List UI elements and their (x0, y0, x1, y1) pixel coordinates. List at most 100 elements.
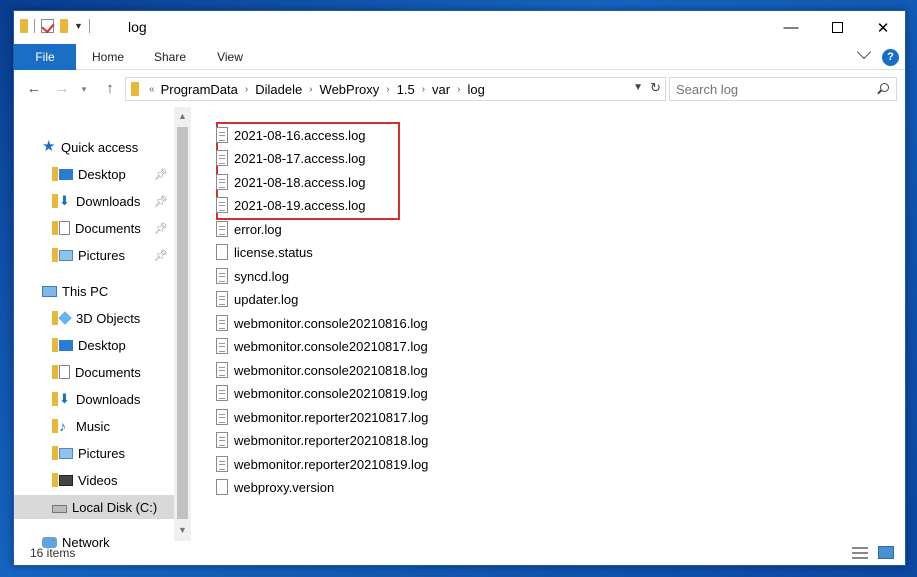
maximize-button[interactable] (814, 11, 860, 44)
folder-icon (52, 248, 58, 262)
tab-share[interactable]: Share (148, 44, 192, 70)
pin-icon[interactable]: 📌︎ (154, 249, 168, 262)
tab-home[interactable]: Home (84, 44, 132, 70)
sidebar-item-videos[interactable]: Videos (14, 468, 174, 492)
breadcrumb-var[interactable]: var (432, 82, 450, 97)
list-item[interactable]: syncd.log (216, 265, 289, 287)
sidebar-item-pictures[interactable]: Pictures 📌︎ (14, 243, 174, 267)
document-icon (59, 365, 70, 379)
address-overflow[interactable]: « (149, 84, 155, 95)
sidebar-item-documents[interactable]: Documents 📌︎ (14, 216, 174, 240)
toolbar-divider (34, 19, 35, 33)
pin-icon[interactable]: 📌︎ (154, 195, 168, 208)
file-name: webmonitor.reporter20210817.log (234, 409, 429, 425)
status-bar: 16 items (14, 543, 905, 565)
chevron-right-icon[interactable]: › (245, 84, 248, 95)
sidebar-item-quick-access[interactable]: ★ Quick access (14, 135, 174, 159)
large-icons-view-icon[interactable] (878, 546, 894, 559)
picture-icon (59, 249, 73, 261)
list-item[interactable]: webmonitor.console20210817.log (216, 335, 428, 357)
list-item[interactable]: 2021-08-17.access.log (216, 147, 366, 169)
address-bar[interactable]: « ProgramData › Diladele › WebProxy › 1.… (125, 77, 666, 101)
sidebar-item-desktop[interactable]: Desktop 📌︎ (14, 162, 174, 186)
sidebar-item-local-disk[interactable]: Local Disk (C:) (14, 495, 174, 519)
pin-icon[interactable]: 📌︎ (154, 168, 168, 181)
breadcrumb-diladele[interactable]: Diladele (255, 82, 302, 97)
chevron-right-icon[interactable]: › (457, 84, 460, 95)
scroll-up-arrow-icon[interactable]: ▲ (178, 111, 187, 121)
breadcrumb-log[interactable]: log (467, 82, 484, 97)
folder-icon (52, 365, 58, 379)
document-icon (59, 221, 70, 235)
list-item[interactable]: error.log (216, 218, 282, 240)
details-view-icon[interactable] (852, 547, 868, 559)
chevron-right-icon[interactable]: › (386, 84, 389, 95)
sidebar-item-label: Downloads (76, 391, 141, 407)
sidebar-item-pc-downloads[interactable]: ⬇ Downloads (14, 387, 174, 411)
list-item[interactable]: updater.log (216, 288, 298, 310)
sidebar-item-pc-documents[interactable]: Documents (14, 360, 174, 384)
sidebar-item-this-pc[interactable]: This PC (14, 279, 174, 303)
breadcrumb-programdata[interactable]: ProgramData (161, 82, 238, 97)
sidebar-item-music[interactable]: ♪ Music (14, 414, 174, 438)
search-input[interactable] (670, 78, 870, 100)
tab-view[interactable]: View (210, 44, 250, 70)
navigation-scrollbar[interactable]: ▲ ▼ (174, 107, 191, 541)
cube-icon (58, 311, 72, 325)
scroll-down-arrow-icon[interactable]: ▼ (178, 525, 187, 535)
star-icon: ★ (42, 138, 56, 155)
list-item[interactable]: 2021-08-16.access.log (216, 124, 366, 146)
list-item[interactable]: 2021-08-18.access.log (216, 171, 366, 193)
sidebar-item-pc-desktop[interactable]: Desktop (14, 333, 174, 357)
list-item[interactable]: webmonitor.console20210816.log (216, 312, 428, 334)
list-item[interactable]: webmonitor.reporter20210819.log (216, 453, 428, 475)
address-history-chevron-down-icon[interactable]: ▼ (633, 82, 643, 93)
customize-toolbar-chevron-down-icon[interactable]: ▼ (74, 21, 83, 31)
list-item[interactable]: webmonitor.console20210818.log (216, 359, 428, 381)
recent-locations-chevron-down-icon[interactable]: ▾ (74, 79, 94, 99)
file-name: webmonitor.reporter20210819.log (234, 456, 429, 472)
chevron-right-icon[interactable]: › (422, 84, 425, 95)
refresh-icon[interactable]: ↻ (650, 80, 661, 96)
sidebar-item-label: 3D Objects (76, 310, 141, 326)
list-item[interactable]: license.status (216, 241, 313, 263)
folder-icon (52, 446, 58, 460)
breadcrumb-webproxy[interactable]: WebProxy (320, 82, 380, 97)
list-item[interactable]: webmonitor.console20210819.log (216, 382, 428, 404)
scrollbar-thumb[interactable] (177, 127, 188, 519)
title-bar: ▼ log — ✕ (14, 11, 905, 44)
sidebar-item-label: Documents (75, 364, 141, 380)
sidebar-item-downloads[interactable]: ⬇ Downloads 📌︎ (14, 189, 174, 213)
sidebar-item-pc-pictures[interactable]: Pictures (14, 441, 174, 465)
new-folder-icon[interactable] (60, 19, 68, 33)
list-item[interactable]: 2021-08-19.access.log (216, 194, 366, 216)
pin-icon[interactable]: 📌︎ (154, 222, 168, 235)
window-title: log (128, 19, 147, 35)
forward-button[interactable]: → (52, 79, 72, 99)
chevron-right-icon[interactable]: › (309, 84, 312, 95)
search-box[interactable] (669, 77, 897, 101)
list-item[interactable]: webmonitor.reporter20210817.log (216, 406, 428, 428)
folder-icon (52, 167, 58, 181)
sidebar-item-label: Desktop (78, 337, 126, 353)
sidebar-item-3d-objects[interactable]: 3D Objects (14, 306, 174, 330)
folder-icon (20, 19, 28, 33)
list-item[interactable]: webmonitor.reporter20210818.log (216, 429, 428, 451)
folder-icon (52, 392, 58, 406)
help-icon[interactable]: ? (882, 49, 899, 66)
close-button[interactable]: ✕ (860, 11, 906, 44)
sidebar-item-label: Pictures (78, 247, 125, 263)
folder-icon (52, 473, 58, 487)
expand-ribbon-chevron-icon[interactable] (856, 44, 872, 60)
text-file-icon (216, 432, 228, 448)
tab-file[interactable]: File (14, 44, 76, 70)
up-button[interactable]: ↑ (100, 79, 120, 99)
back-button[interactable]: ← (24, 79, 44, 99)
search-icon[interactable] (880, 83, 889, 92)
properties-icon[interactable] (41, 19, 54, 33)
minimize-button[interactable]: — (768, 11, 814, 44)
file-name: error.log (234, 221, 282, 237)
list-item[interactable]: webproxy.version (216, 476, 334, 498)
file-name: webmonitor.console20210818.log (234, 362, 428, 378)
breadcrumb-version[interactable]: 1.5 (397, 82, 415, 97)
